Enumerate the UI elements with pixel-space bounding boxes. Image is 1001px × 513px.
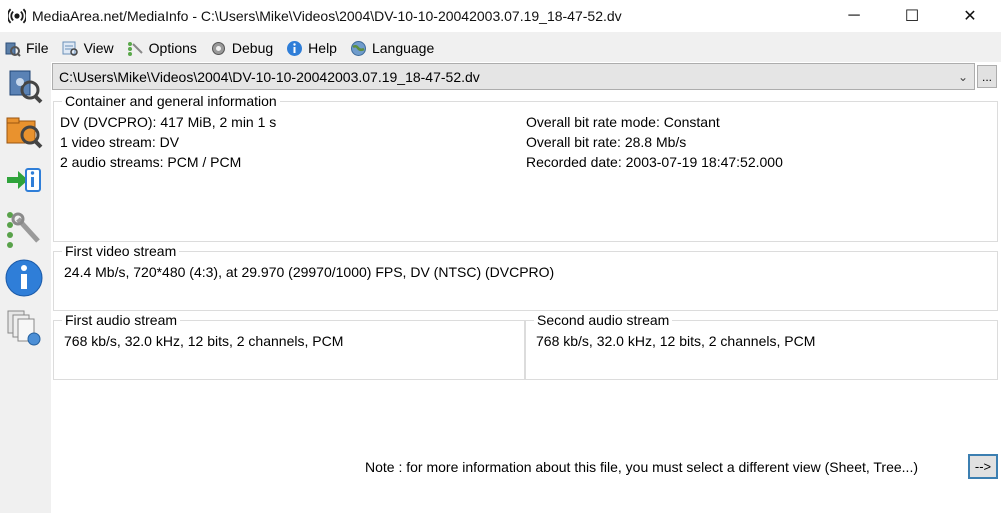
menu-options-label: Options	[148, 40, 197, 56]
menu-file[interactable]: File	[4, 40, 49, 57]
audio-stream-2-title: Second audio stream	[534, 312, 673, 328]
about-info-icon[interactable]	[4, 258, 44, 298]
general-info-group: Container and general information DV (DV…	[53, 93, 998, 242]
knowledge-base-icon[interactable]	[4, 307, 44, 347]
open-folder-icon[interactable]	[4, 111, 44, 151]
export-icon[interactable]	[4, 160, 44, 200]
main-content: C:\Users\Mike\Videos\2004\DV-10-10-20042…	[51, 62, 1001, 513]
file-path-combobox[interactable]: C:\Users\Mike\Videos\2004\DV-10-10-20042…	[52, 63, 975, 90]
file-icon	[4, 40, 21, 57]
open-file-icon[interactable]	[4, 65, 44, 105]
audio-stream-1-line: 768 kb/s, 32.0 kHz, 12 bits, 2 channels,…	[64, 333, 344, 349]
audio-stream-2-line: 768 kb/s, 32.0 kHz, 12 bits, 2 channels,…	[536, 333, 816, 349]
help-icon	[286, 40, 303, 57]
minimize-button[interactable]: ─	[825, 0, 883, 32]
mediainfo-window: MediaArea.net/MediaInfo - C:\Users\Mike\…	[0, 0, 1001, 513]
menu-view-label: View	[83, 40, 114, 56]
menu-options[interactable]: Options	[127, 40, 197, 57]
general-recorded-date-line: Recorded date: 2003-07-19 18:47:52.000	[526, 154, 783, 170]
next-view-button[interactable]: -->	[968, 454, 998, 479]
view-icon	[62, 40, 79, 57]
preferences-icon[interactable]	[4, 209, 44, 249]
video-stream-line: 24.4 Mb/s, 720*480 (4:3), at 29.970 (299…	[64, 264, 555, 280]
menu-debug-label: Debug	[231, 40, 274, 56]
left-toolbar	[0, 62, 48, 513]
audio-stream-2-group: Second audio stream 768 kb/s, 32.0 kHz, …	[525, 312, 998, 380]
file-path-value: C:\Users\Mike\Videos\2004\DV-10-10-20042…	[59, 68, 480, 85]
menu-help-label: Help	[308, 40, 337, 56]
audio-stream-1-title: First audio stream	[62, 312, 181, 328]
browse-button[interactable]: ...	[977, 65, 997, 88]
app-logo-icon	[6, 7, 28, 25]
title-bar: MediaArea.net/MediaInfo - C:\Users\Mike\…	[0, 0, 1001, 32]
close-button[interactable]: ✕	[941, 0, 999, 32]
general-bitrate-line: Overall bit rate: 28.8 Mb/s	[526, 134, 687, 150]
menu-view[interactable]: View	[62, 40, 114, 57]
menu-file-label: File	[26, 40, 49, 56]
window-controls: ─ ☐ ✕	[825, 0, 1001, 32]
maximize-button[interactable]: ☐	[883, 0, 941, 32]
video-stream-title: First video stream	[62, 243, 180, 259]
menu-language[interactable]: Language	[350, 40, 434, 57]
chevron-down-icon[interactable]: ⌄	[952, 64, 974, 89]
menu-bar: File View Options Debug Help Language	[0, 36, 1001, 60]
options-icon	[127, 40, 144, 57]
general-info-title: Container and general information	[62, 93, 280, 109]
window-title: MediaArea.net/MediaInfo - C:\Users\Mike\…	[32, 8, 622, 24]
general-format-line: DV (DVCPRO): 417 MiB, 2 min 1 s	[60, 114, 277, 130]
menu-language-label: Language	[371, 40, 435, 56]
general-bitrate-mode-line: Overall bit rate mode: Constant	[526, 114, 720, 130]
general-video-count-line: 1 video stream: DV	[60, 134, 180, 150]
video-stream-group: First video stream 24.4 Mb/s, 720*480 (4…	[53, 243, 998, 311]
general-audio-count-line: 2 audio streams: PCM / PCM	[60, 154, 242, 170]
menu-debug[interactable]: Debug	[210, 40, 273, 57]
language-globe-icon	[350, 40, 367, 57]
menu-help[interactable]: Help	[286, 40, 337, 57]
audio-stream-1-group: First audio stream 768 kb/s, 32.0 kHz, 1…	[53, 312, 525, 380]
debug-gear-icon	[210, 40, 227, 57]
view-note-text: Note : for more information about this f…	[365, 459, 918, 475]
